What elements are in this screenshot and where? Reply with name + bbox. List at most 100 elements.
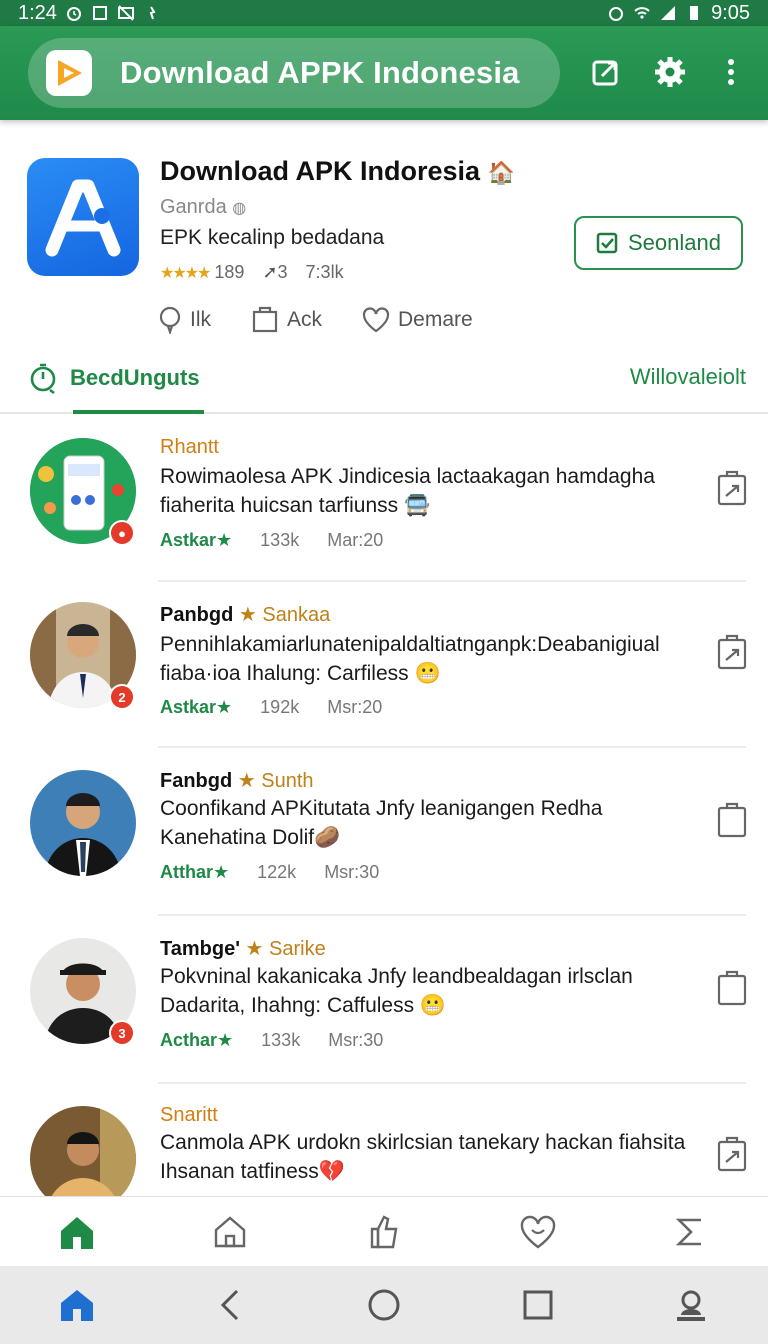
action-row: Ilk Ack Demare bbox=[158, 306, 473, 334]
house-icon bbox=[215, 1215, 246, 1247]
home-icon bbox=[60, 1290, 93, 1321]
feed-item[interactable]: Snaritt Canmola APK urdokn skirlcsian ta… bbox=[0, 1084, 768, 1196]
more-vert-icon bbox=[728, 59, 734, 85]
wifi-icon bbox=[634, 7, 650, 19]
share-edit-icon[interactable] bbox=[716, 634, 748, 672]
avatar[interactable] bbox=[30, 770, 136, 876]
cell-signal-icon bbox=[661, 6, 676, 20]
post-author[interactable]: Rhantt bbox=[160, 436, 219, 459]
back-button[interactable] bbox=[208, 1283, 252, 1327]
post-meta: Astkar★ 192k Msr:20 bbox=[160, 697, 383, 717]
app-logo-icon bbox=[46, 50, 92, 96]
system-navigation bbox=[0, 1266, 768, 1344]
rating-stars: ★★★★ bbox=[160, 265, 211, 282]
app-name: Download APK Indoresia 🏠 bbox=[160, 156, 515, 186]
verified-icon: ◍ bbox=[232, 200, 247, 217]
status-time-left: 1:24 bbox=[18, 1, 57, 24]
notification-badge: 3 bbox=[109, 1020, 135, 1046]
nav-favorites-button[interactable] bbox=[516, 1210, 560, 1254]
profile-icon bbox=[677, 1290, 706, 1321]
feed-item[interactable]: 3 Tambge' ★ Sarike Pokvninal kakanicaka … bbox=[0, 916, 768, 1084]
feed-item[interactable]: ● Rhantt Rowimaolesa APK Jindicesia lact… bbox=[0, 414, 768, 582]
house-emoji-icon: 🏠 bbox=[487, 160, 515, 185]
nav-home-button[interactable] bbox=[55, 1210, 99, 1254]
rating: ★★★★ 189 bbox=[160, 262, 245, 282]
post-meta: Atthar★ 122k Msr:30 bbox=[160, 862, 380, 882]
clipboard-icon[interactable] bbox=[716, 802, 748, 840]
post-text: Coonfikand APKitutata Jnfy leanigangen R… bbox=[160, 797, 603, 849]
back-icon bbox=[221, 1289, 239, 1321]
person-photo-icon bbox=[30, 1106, 136, 1196]
home-circle-button[interactable] bbox=[362, 1283, 406, 1327]
feed-item[interactable]: Fanbgd ★ Sunth Coonfikand APKitutata Jnf… bbox=[0, 748, 768, 916]
edit-button[interactable] bbox=[588, 54, 624, 90]
gear-icon bbox=[655, 57, 685, 87]
app-bar-title: Download APPK Indonesia bbox=[120, 55, 520, 90]
person-photo-icon bbox=[30, 770, 136, 876]
post-author[interactable]: Tambge' ★ Sarike bbox=[160, 936, 326, 961]
post-text: Rowimaolesa APK Jindicesia lactaakagan h… bbox=[160, 465, 655, 517]
nav-house-button[interactable] bbox=[208, 1210, 252, 1254]
battery-icon bbox=[690, 6, 699, 20]
status-bar: 1:24 9:05 bbox=[0, 0, 768, 26]
developer-name[interactable]: Ganrda ◍ bbox=[160, 196, 246, 219]
circle-home-icon bbox=[368, 1289, 400, 1321]
thumb-icon bbox=[370, 1214, 398, 1248]
profile-button[interactable] bbox=[669, 1283, 713, 1327]
nav-like-button[interactable] bbox=[362, 1210, 406, 1254]
download-count: 7:3lk bbox=[305, 262, 344, 282]
nav-sigma-button[interactable] bbox=[669, 1210, 713, 1254]
share-edit-icon[interactable] bbox=[716, 1136, 748, 1174]
download-button[interactable]: Seonland bbox=[574, 216, 743, 270]
post-meta: Astkar★ 133k Mar:20 bbox=[160, 530, 384, 550]
clipboard-icon bbox=[252, 306, 278, 333]
signal-small-icon bbox=[149, 6, 156, 20]
home-icon bbox=[60, 1216, 93, 1249]
avatar[interactable] bbox=[30, 1106, 136, 1196]
notification-badge: ● bbox=[109, 520, 135, 546]
sigma-icon bbox=[676, 1218, 702, 1245]
recents-button[interactable] bbox=[516, 1283, 560, 1327]
heart-icon bbox=[362, 307, 390, 333]
post-author[interactable]: Fanbgd ★ Sunth bbox=[160, 768, 314, 793]
clipboard-icon[interactable] bbox=[716, 970, 748, 1008]
share-arrow-icon: ➚ bbox=[262, 262, 278, 282]
feed-item[interactable]: 2 Panbgd ★ Sankaa Pennihlakamiarlunateni… bbox=[0, 580, 768, 748]
post-text: Pokvninal kakanicaka Jnfy leandbealdagan… bbox=[160, 965, 633, 1017]
recents-icon bbox=[523, 1290, 553, 1320]
post-author[interactable]: Snaritt bbox=[160, 1104, 218, 1127]
notification-badge: 2 bbox=[109, 684, 135, 710]
tab-secondary[interactable]: Willovaleiolt bbox=[630, 364, 746, 390]
square-icon bbox=[92, 6, 107, 20]
post-text: Pennihlakamiarlunatenipaldaltiatnganpk:D… bbox=[160, 633, 660, 685]
app-meta: ★★★★ 189 ➚3 7:3lk bbox=[160, 262, 344, 283]
a-letter-icon bbox=[45, 179, 121, 257]
favorite-action[interactable]: Demare bbox=[362, 306, 473, 334]
share-edit-icon[interactable] bbox=[716, 470, 748, 508]
post-author[interactable]: Panbgd ★ Sankaa bbox=[160, 602, 330, 627]
clipboard-action[interactable]: Ack bbox=[251, 306, 322, 334]
status-time-right: 9:05 bbox=[711, 1, 750, 24]
app-bar-title-pill[interactable]: Download APPK Indonesia bbox=[28, 38, 560, 108]
post-text: Canmola APK urdokn skirlcsian tanekary h… bbox=[160, 1131, 686, 1183]
comment-action[interactable]: Ilk bbox=[158, 306, 211, 334]
stopwatch-icon bbox=[30, 363, 56, 394]
heart-face-icon bbox=[520, 1215, 555, 1248]
alarm-right-icon bbox=[609, 7, 624, 21]
mute-icon bbox=[117, 5, 134, 21]
bottom-navigation bbox=[0, 1196, 768, 1266]
overflow-menu-button[interactable] bbox=[713, 54, 749, 90]
checkbox-icon bbox=[596, 232, 618, 254]
comment-icon bbox=[159, 306, 181, 334]
edit-share-icon bbox=[592, 60, 618, 86]
tab-active[interactable]: BecdUnguts bbox=[28, 362, 200, 394]
share-count: ➚3 bbox=[262, 262, 288, 282]
tab-bar: BecdUnguts Willovaleiolt bbox=[0, 348, 768, 414]
app-bar: Download APPK Indonesia bbox=[0, 26, 768, 120]
post-meta: Acthar★ 133k Msr:30 bbox=[160, 1030, 384, 1050]
app-description: EPK kecalinp bedadana bbox=[160, 226, 385, 249]
settings-button[interactable] bbox=[652, 54, 688, 90]
alarm-icon bbox=[66, 7, 81, 21]
app-icon[interactable] bbox=[27, 158, 139, 276]
sys-home-button[interactable] bbox=[55, 1283, 99, 1327]
